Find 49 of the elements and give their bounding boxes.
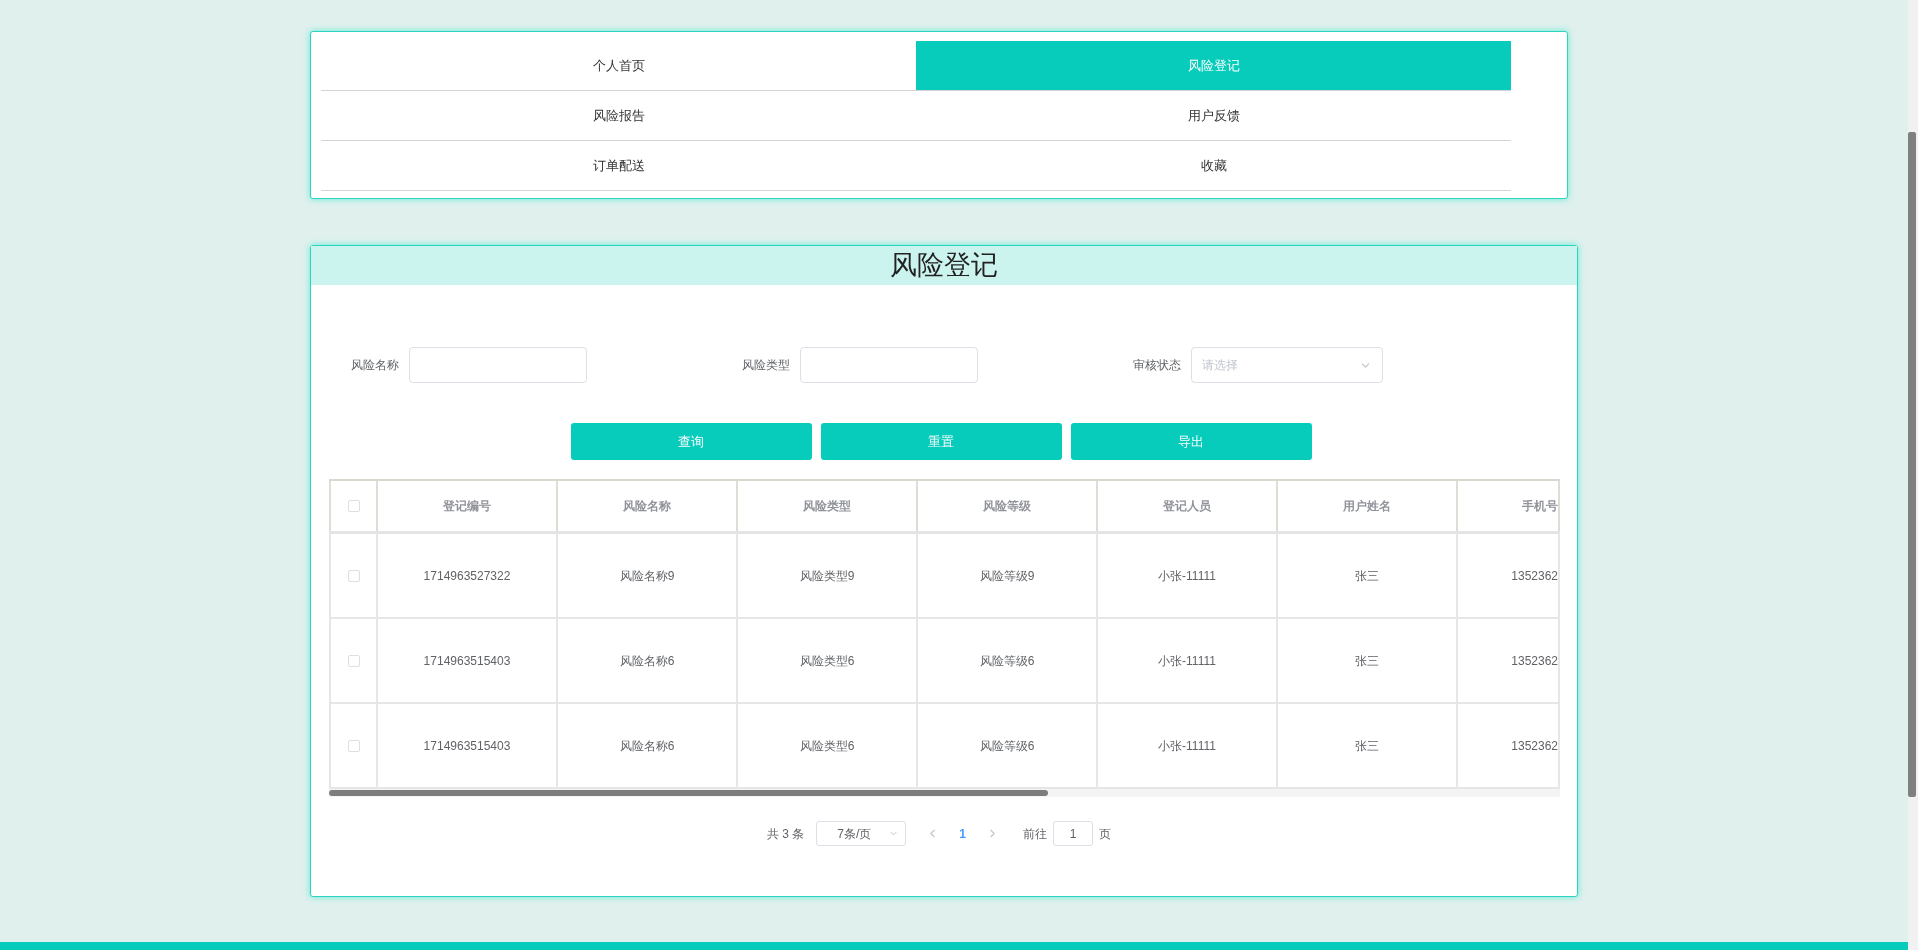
table-row[interactable]: 1714963527322 风险名称9 风险类型9 风险等级9 小张-11111 张三 1352362 [329, 534, 1560, 619]
table-cell-text: 风险名称9 [619, 567, 675, 585]
table-cell-text: 1714963515403 [423, 652, 511, 670]
table-cell-text: 张三 [1355, 737, 1379, 755]
filter-label: 风险名称 [351, 357, 399, 374]
table-cell-text: 风险类型6 [799, 737, 855, 755]
page-scrollbar-thumb[interactable] [1908, 132, 1916, 797]
checkbox[interactable] [347, 739, 360, 752]
select-placeholder: 请选择 [1202, 357, 1238, 374]
input-field[interactable] [800, 347, 978, 383]
table-cell-text: 张三 [1355, 567, 1379, 585]
table-cell-text: 张三 [1355, 652, 1379, 670]
scrollbar-thumb[interactable] [329, 790, 1048, 796]
table-cell-text: 风险名称6 [619, 652, 675, 670]
column-header: 用户姓名 [1278, 481, 1458, 531]
table-cell-text: 风险等级9 [979, 567, 1035, 585]
goto-input[interactable]: 1 [1053, 821, 1093, 846]
table-cell-text: 1352362 [1511, 567, 1558, 585]
checkbox[interactable] [347, 500, 360, 512]
total-count: 共 3 条 [767, 825, 805, 843]
filter-label: 风险类型 [742, 357, 790, 374]
input-field[interactable] [409, 347, 587, 383]
table-cell-text: 1714963515403 [423, 737, 511, 755]
checkbox[interactable] [347, 569, 360, 582]
table-cell-text: 风险名称6 [619, 737, 675, 755]
table-row[interactable]: 1714963515403 风险名称6 风险类型6 风险等级6 小张-11111 张三 1352362 [329, 704, 1560, 789]
page-size-select[interactable]: 7条/页 [816, 821, 907, 846]
table-cell-text: 小张-11111 [1158, 567, 1216, 585]
table-cell-text: 1352362 [1511, 737, 1558, 755]
table-cell-text: 风险类型6 [799, 652, 855, 670]
column-header: 登记人员 [1098, 481, 1278, 531]
table-cell-text: 1352362 [1511, 652, 1558, 670]
table-cell-text: 1714963527322 [423, 567, 511, 585]
checkbox[interactable] [347, 654, 360, 667]
table-cell-text: 小张-11111 [1158, 652, 1216, 670]
table-cell-text: 小张-11111 [1158, 737, 1216, 755]
goto-suffix: 页 [1099, 825, 1111, 843]
table-cell-text: 风险等级6 [979, 737, 1035, 755]
column-header: 风险类型 [738, 481, 918, 531]
column-header: 风险等级 [918, 481, 1098, 531]
table-row[interactable]: 1714963515403 风险名称6 风险类型6 风险等级6 小张-11111 张三 1352362 [329, 619, 1560, 704]
column-header: 风险名称 [558, 481, 738, 531]
column-header: 手机号 [1458, 481, 1560, 531]
panel-title: 风险登记 [311, 246, 1577, 285]
column-header: 登记编号 [378, 481, 558, 531]
table-cell-text: 风险等级6 [979, 652, 1035, 670]
goto-label: 前往 [1023, 825, 1047, 843]
filter-label: 审核状态 [1133, 357, 1181, 374]
table-cell-text: 风险类型9 [799, 567, 855, 585]
